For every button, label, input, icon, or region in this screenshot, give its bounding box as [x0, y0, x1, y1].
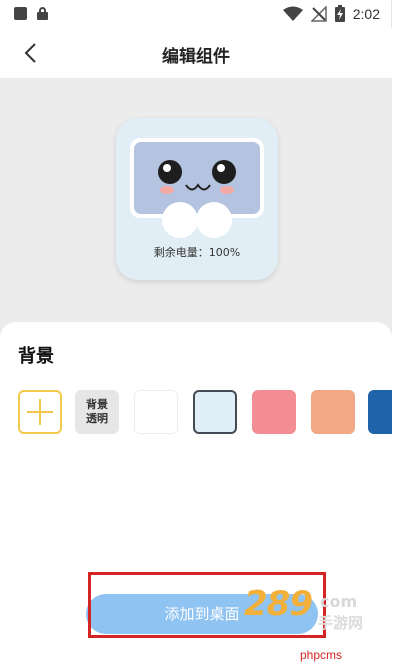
clock: 2:02: [352, 5, 380, 22]
battery-level-text: 剩余电量：100%: [153, 246, 241, 259]
watermark-com: com: [320, 592, 358, 611]
mouth-icon: [185, 183, 211, 191]
status-bar: 2:02: [0, 0, 392, 28]
left-eye-icon: [158, 160, 182, 184]
watermark-site-name: 手游网: [318, 614, 364, 632]
watermark-logo: 289: [244, 584, 313, 624]
right-cheek: [220, 186, 234, 194]
section-title-background: 背景: [18, 346, 54, 367]
watermark-phpcms: phpcms: [300, 648, 343, 662]
transparent-background-option[interactable]: 背景 透明: [75, 390, 119, 434]
page-title: 编辑组件: [162, 47, 230, 67]
app-screen: 2:02 编辑组件 剩余电量：100% 背景 背景 透明 添加到桌面 289 c…: [0, 0, 392, 671]
widget-face-panel: [130, 138, 264, 218]
swatch-salmon[interactable]: [311, 390, 355, 434]
top-app-bar: 编辑组件: [0, 28, 392, 78]
square-icon: [14, 7, 27, 20]
widget-preview-area: 剩余电量：100%: [0, 78, 392, 340]
widget-preview: 剩余电量：100%: [116, 118, 278, 280]
background-swatch-list[interactable]: 背景 透明: [18, 390, 392, 436]
swatch-white[interactable]: [134, 390, 178, 434]
battery-charging-icon: [334, 5, 345, 22]
add-background-button[interactable]: [18, 390, 62, 434]
transparent-label: 背景 透明: [86, 398, 108, 425]
left-cheek: [160, 186, 174, 194]
no-signal-icon: [310, 5, 327, 22]
left-paw: [162, 202, 198, 238]
swatch-light-blue-selected[interactable]: [193, 390, 237, 434]
lock-icon: [37, 7, 48, 20]
wifi-icon: [282, 6, 303, 21]
right-eye-icon: [212, 160, 236, 184]
swatch-pink[interactable]: [252, 390, 296, 434]
swatch-blue[interactable]: [368, 390, 392, 434]
right-paw: [196, 202, 232, 238]
